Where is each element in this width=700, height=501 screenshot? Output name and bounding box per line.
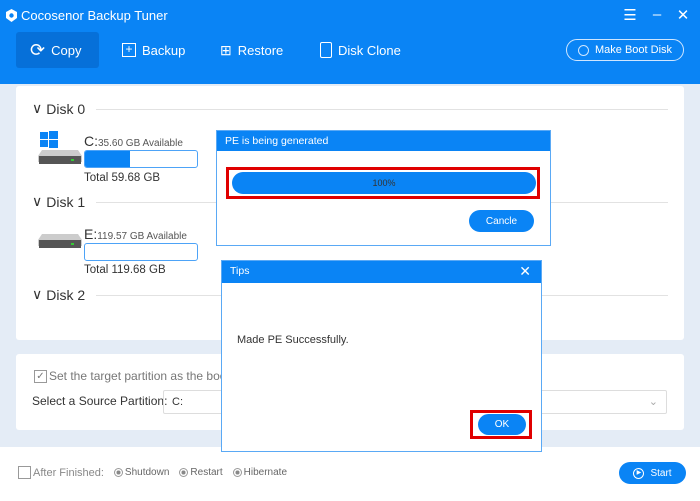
tab-label: Restore (237, 42, 284, 58)
disk-0-header[interactable]: ∨ Disk 0 (32, 100, 85, 117)
dialog-header: Tips ✕ (222, 261, 541, 283)
close-icon[interactable]: ✕ (673, 6, 693, 24)
cancel-button[interactable]: Cancle (469, 210, 534, 232)
drive-letter: C: (84, 133, 98, 149)
tips-dialog: Tips ✕ Made PE Successfully. OK (221, 260, 542, 452)
minimize-icon[interactable]: – (647, 6, 667, 23)
tab-label: Copy (51, 42, 82, 58)
partition-e[interactable]: E:119.57 GB Available (84, 226, 187, 242)
play-icon: ▶ (633, 467, 645, 479)
set-boot-checkbox[interactable]: ✓ Set the target partition as the boot (34, 369, 230, 383)
close-icon[interactable]: ✕ (519, 263, 531, 280)
disk-name: Disk 0 (46, 100, 86, 117)
chevron-down-icon: ⌄ (648, 396, 658, 408)
drive-icon[interactable] (38, 222, 84, 261)
app-title-text: Cocosenor Backup Tuner (21, 8, 168, 23)
chevron-down-icon: ∨ (32, 286, 43, 302)
radio-label: Hibernate (243, 467, 287, 478)
tab-copy[interactable]: ⟳ Copy (16, 32, 99, 68)
button-label: Start (650, 467, 672, 479)
make-boot-disk-button[interactable]: Make Boot Disk (566, 39, 684, 61)
drive-letter: E: (84, 226, 98, 242)
after-finished-checkbox[interactable] (18, 466, 31, 479)
dialog-title: PE is being generated (217, 131, 550, 151)
pe-dialog: PE is being generated 100% Cancle (216, 130, 551, 246)
available-space: 119.57 GB Available (97, 231, 187, 242)
progress-bar: 100% (232, 172, 536, 194)
radio-hibernate[interactable]: Hibernate (232, 467, 287, 478)
sync-icon: ⟳ (30, 39, 46, 60)
partition-c[interactable]: C:35.60 GB Available (84, 133, 183, 149)
header: Cocosenor Backup Tuner ☰ – ✕ ⟳ Copy + Back… (0, 0, 700, 84)
after-finished-label: After Finished: (33, 466, 104, 479)
checkbox-label: Set the target partition as the boot (49, 369, 230, 383)
radio-restart[interactable]: Restart (179, 467, 223, 478)
usage-bar (84, 150, 198, 168)
radio-shutdown[interactable]: Shutdown (113, 467, 170, 478)
progress-text: 100% (372, 178, 396, 188)
disk-clone-icon (320, 42, 332, 58)
available-space: 35.60 GB Available (98, 138, 183, 149)
restore-icon: ⊞ (220, 41, 232, 58)
button-label: Make Boot Disk (594, 44, 673, 56)
tab-disk-clone[interactable]: Disk Clone (306, 32, 415, 68)
select-value: C: (172, 396, 183, 408)
divider (96, 109, 668, 110)
start-button[interactable]: ▶ Start (619, 462, 686, 484)
tab-backup[interactable]: + Backup (108, 32, 199, 68)
tips-message: Made PE Successfully. (237, 334, 349, 346)
total-size: Total 59.68 GB (84, 172, 161, 184)
source-partition-label: Select a Source Partition: (32, 394, 168, 408)
disk-name: Disk 2 (46, 286, 86, 303)
checkbox-checked-icon: ✓ (34, 369, 47, 383)
app-logo-icon (6, 9, 17, 22)
tab-restore[interactable]: ⊞ Restore (206, 32, 297, 68)
usage-bar (84, 243, 198, 261)
radio-label: Restart (190, 467, 223, 478)
total-size: Total 119.68 GB (84, 264, 166, 276)
windows-drive-icon[interactable] (38, 130, 84, 169)
footer: After Finished: Shutdown Restart Hiberna… (0, 447, 700, 501)
radio-label: Shutdown (124, 467, 170, 478)
chevron-down-icon: ∨ (32, 193, 43, 209)
disk-2-header[interactable]: ∨ Disk 2 (32, 286, 85, 303)
disc-icon (577, 44, 589, 56)
disk-name: Disk 1 (46, 193, 86, 210)
ok-button[interactable]: OK (478, 414, 526, 435)
app-title: Cocosenor Backup Tuner (6, 8, 168, 23)
tab-label: Backup (142, 42, 186, 58)
menu-icon[interactable]: ☰ (620, 6, 640, 24)
backup-plus-icon: + (122, 43, 136, 57)
dialog-title: Tips (230, 265, 250, 277)
tab-label: Disk Clone (338, 42, 401, 58)
chevron-down-icon: ∨ (32, 100, 43, 116)
disk-1-header[interactable]: ∨ Disk 1 (32, 193, 85, 210)
